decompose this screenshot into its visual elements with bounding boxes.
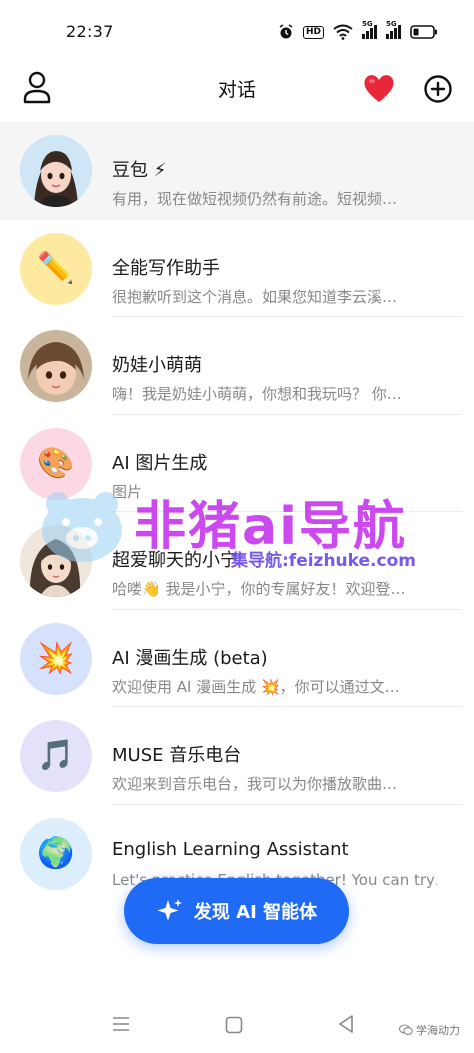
chat-name: 全能写作助手	[112, 257, 220, 279]
chat-name: 超爱聊天的小宁	[112, 550, 238, 571]
avatar-image-gen: 🎨	[20, 427, 92, 500]
favorites-button[interactable]	[362, 72, 396, 104]
chat-item-xiaoning[interactable]: 超爱聊天的小宁 哈喽👋 我是小宁，你的专属好友！欢迎登…	[0, 512, 474, 610]
chat-preview: 欢迎来到音乐电台，我可以为你播放歌曲…	[112, 775, 398, 793]
chat-preview: 很抱歉听到这个消息。如果您知道李云溪…	[112, 287, 398, 306]
sparkle-icon	[157, 899, 182, 921]
chat-name: AI 图片生成	[112, 452, 208, 474]
signal-icon-1: 5G	[362, 20, 377, 39]
back-icon[interactable]	[337, 1014, 355, 1034]
signal-label-1: 5G	[362, 20, 373, 28]
heart-icon	[364, 75, 394, 102]
chat-item-writing-assistant[interactable]: ✏️ 全能写作助手 很抱歉听到这个消息。如果您知道李云溪…	[0, 220, 474, 317]
battery-icon	[410, 25, 437, 39]
chat-preview: 欢迎使用 AI 漫画生成 💥，你可以通过文…	[112, 677, 400, 696]
alarm-icon	[279, 24, 293, 39]
plus-circle-icon	[424, 75, 452, 103]
globe-icon: 🌍	[37, 835, 75, 871]
discover-agents-button[interactable]: 发现 AI 智能体	[124, 878, 349, 944]
chat-name: English Learning Assistant	[112, 838, 349, 860]
collision-icon: 💥	[37, 640, 75, 676]
girl-illustration-avatar-icon	[20, 525, 92, 597]
system-nav-bar: 学海动力	[0, 1000, 474, 1053]
status-icons: HD 5G 5G	[278, 20, 438, 42]
avatar-writing-assistant: ✏️	[20, 232, 92, 305]
wechat-icon	[399, 1024, 413, 1035]
wifi-icon	[333, 24, 353, 40]
chat-preview: 图片	[112, 482, 143, 501]
header: 对话	[0, 60, 474, 116]
toddler-photo-avatar-icon	[20, 330, 92, 402]
credit-watermark: 学海动力	[399, 1022, 460, 1038]
signal-label-2: 5G	[386, 20, 397, 28]
new-chat-button[interactable]	[423, 74, 453, 104]
chat-name: MUSE 音乐电台	[112, 745, 242, 766]
avatar-comic-gen: 💥	[20, 622, 92, 695]
chat-item-comic-gen[interactable]: 💥 AI 漫画生成 (beta) 欢迎使用 AI 漫画生成 💥，你可以通过文…	[0, 610, 474, 707]
chat-item-image-gen[interactable]: 🎨 AI 图片生成 图片	[0, 415, 474, 512]
avatar-doubao	[20, 135, 92, 207]
music-note-icon: 🎵	[37, 738, 75, 773]
credit-text: 学海动力	[416, 1024, 460, 1037]
page-title: 对话	[217, 79, 256, 101]
avatar-english-assistant: 🌍	[20, 817, 92, 890]
palette-icon: 🎨	[37, 445, 75, 481]
chat-preview: 哈喽👋 我是小宁，你的专属好友！欢迎登…	[112, 580, 406, 598]
chat-preview: 嗨！我是奶娃小萌萌，你想和我玩吗？ 你…	[112, 385, 402, 403]
recent-apps-icon[interactable]	[112, 1016, 130, 1032]
discover-button-label: 发现 AI 智能体	[193, 902, 318, 923]
status-bar: 22:37 HD 5G 5G	[0, 0, 474, 60]
chat-item-naiwa[interactable]: 奶娃小萌萌 嗨！我是奶娃小萌萌，你想和我玩吗？ 你…	[0, 317, 474, 415]
avatar-muse-radio: 🎵	[20, 720, 92, 792]
cartoon-girl-avatar-icon	[20, 135, 92, 207]
chat-name: 豆包 ⚡	[112, 160, 167, 181]
chat-name: 奶娃小萌萌	[112, 355, 202, 376]
chat-list: 豆包 ⚡ 有用，现在做短视频仍然有前途。短视频… ✏️ 全能写作助手 很抱歉听到…	[0, 122, 474, 902]
avatar-xiaoning	[20, 525, 92, 597]
chat-name: AI 漫画生成 (beta)	[112, 647, 268, 669]
status-time: 22:37	[66, 22, 114, 41]
avatar-naiwa	[20, 330, 92, 402]
chat-item-doubao[interactable]: 豆包 ⚡ 有用，现在做短视频仍然有前途。短视频…	[0, 122, 474, 220]
home-icon[interactable]	[225, 1016, 243, 1034]
hd-badge: HD	[302, 25, 324, 39]
chat-preview: 有用，现在做短视频仍然有前途。短视频…	[112, 190, 398, 208]
chat-item-muse-radio[interactable]: 🎵 MUSE 音乐电台 欢迎来到音乐电台，我可以为你播放歌曲…	[0, 707, 474, 805]
pencil-icon: ✏️	[37, 250, 75, 286]
signal-icon-2: 5G	[386, 20, 401, 39]
